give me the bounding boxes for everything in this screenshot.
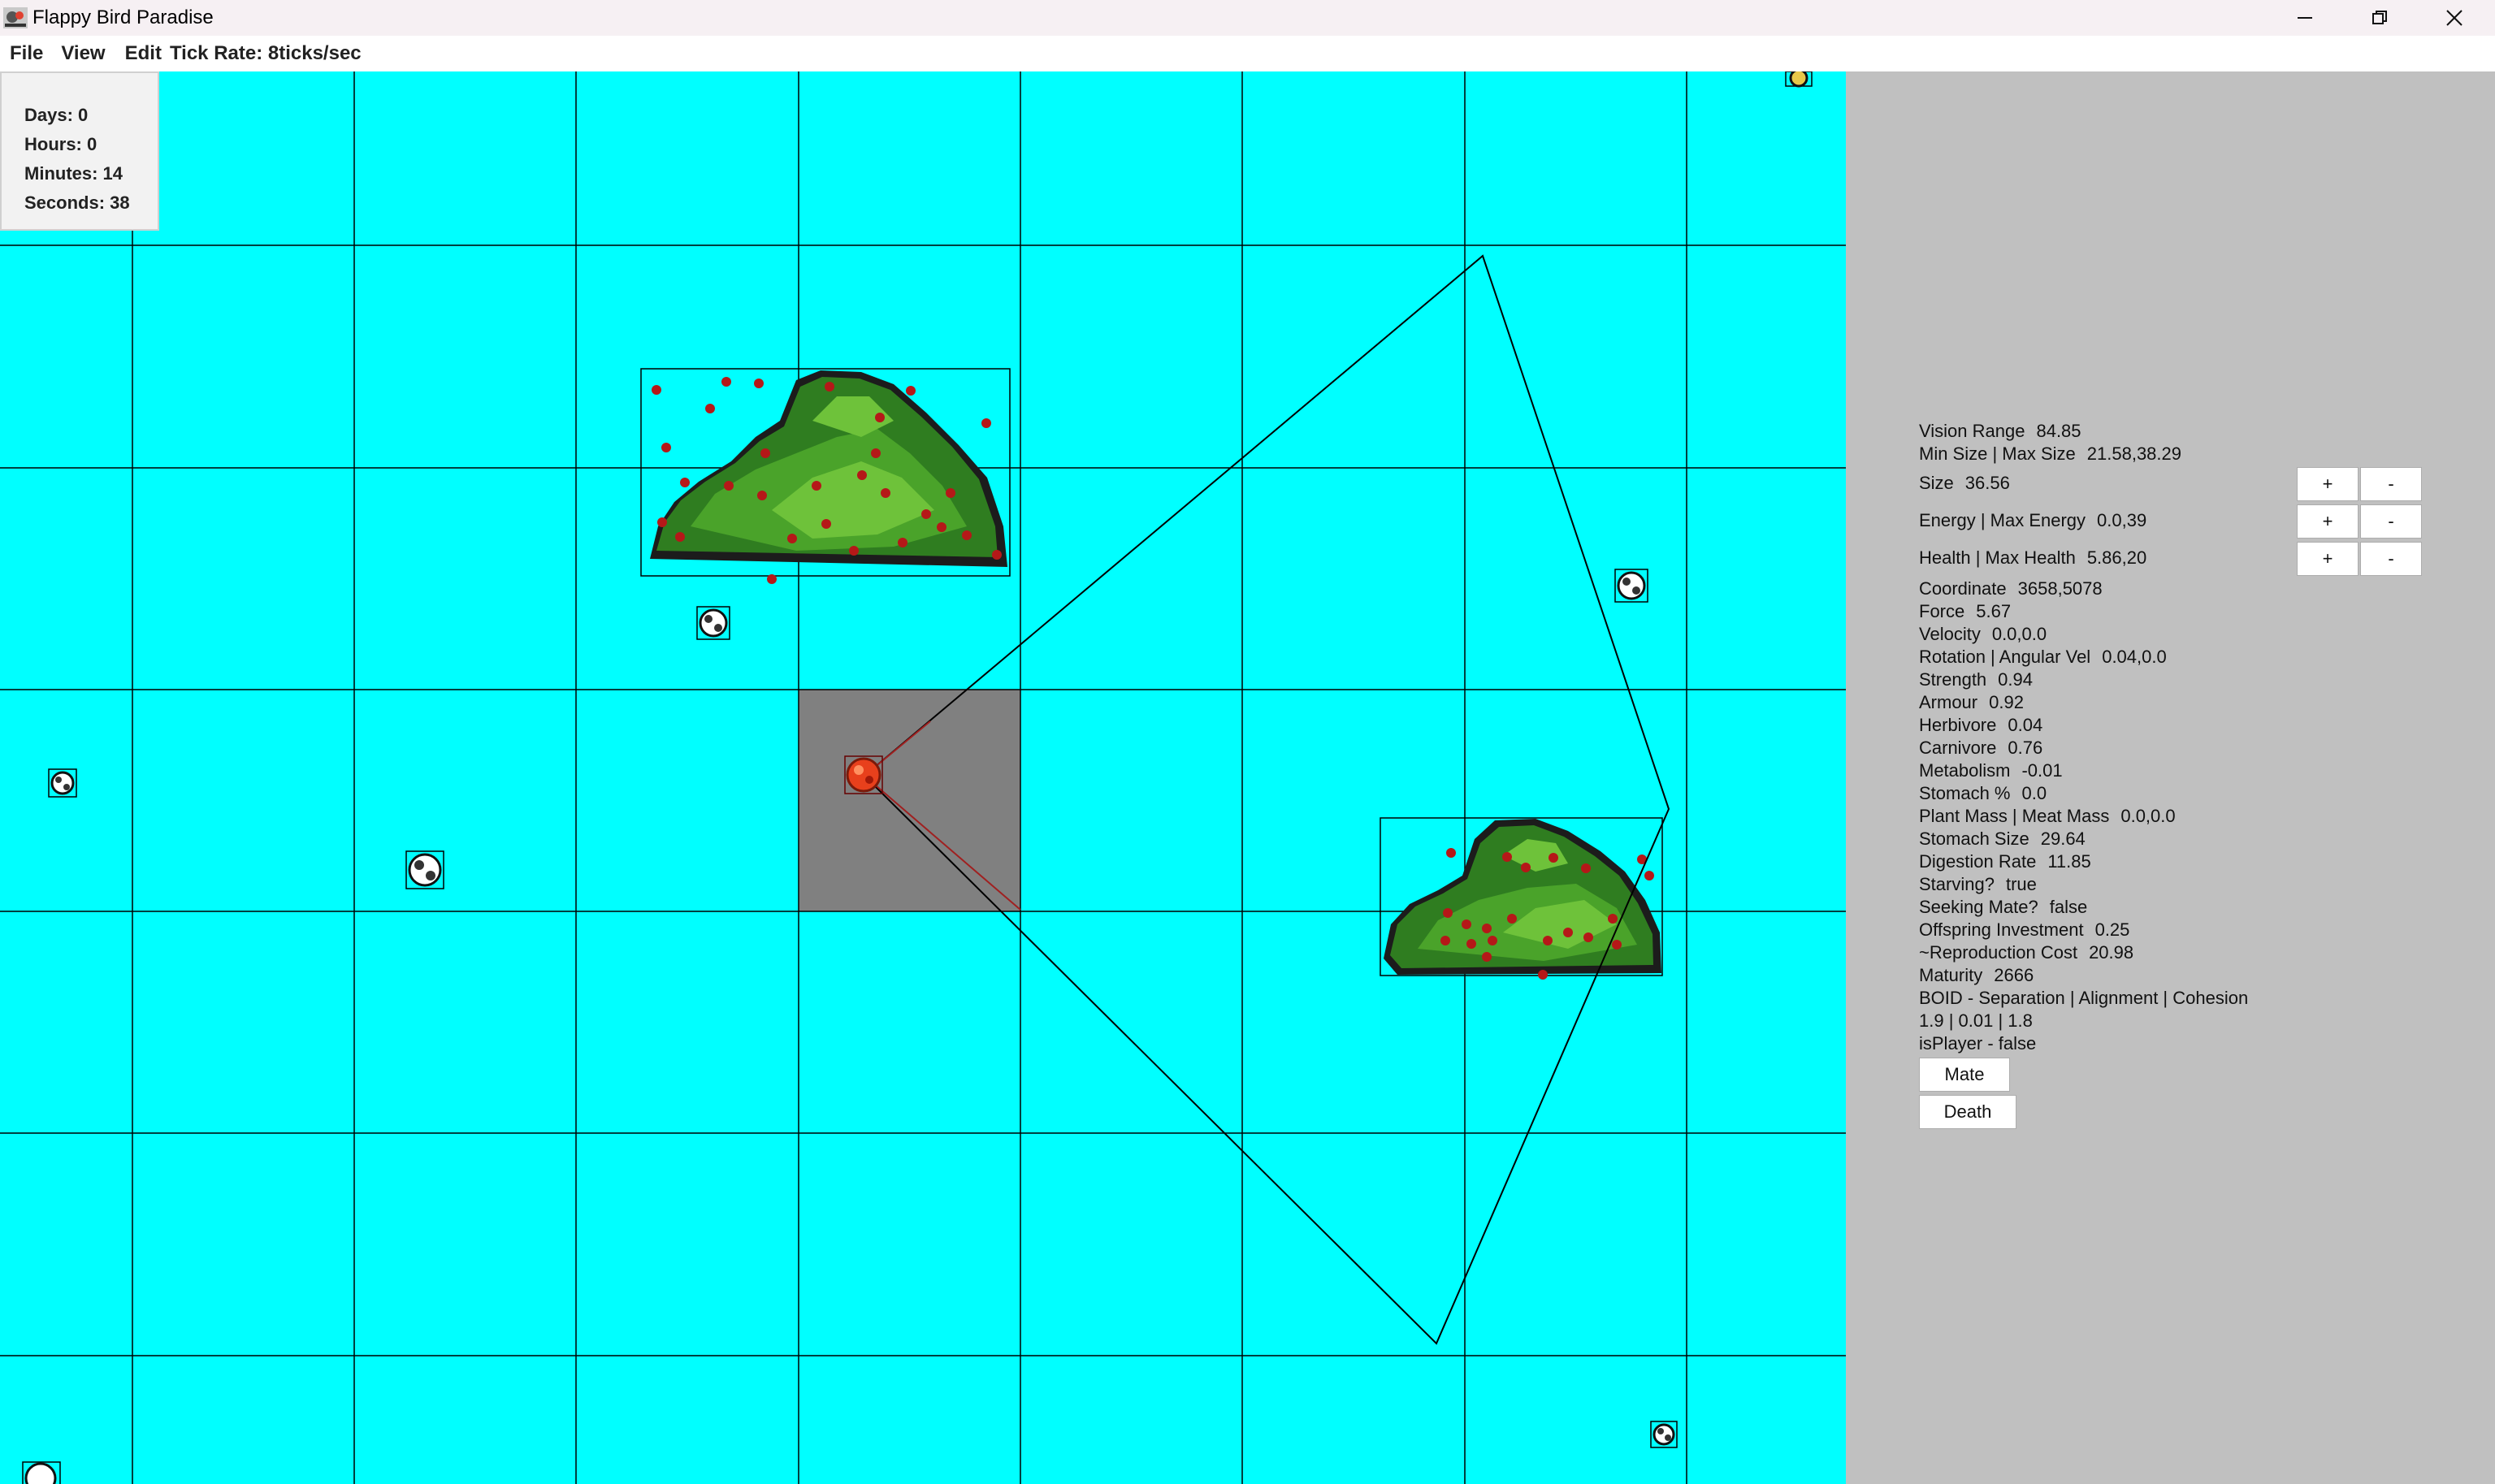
stat-boid-values: 1.9 | 0.01 | 1.8 [1919,1010,2033,1031]
restore-icon [2372,11,2387,24]
stat-boid-label: BOID - Separation | Alignment | Cohesion [1919,988,2249,1008]
window-title: Flappy Bird Paradise [32,6,214,28]
hours-label: Hours: 0 [24,134,97,154]
minimize-button[interactable] [2268,0,2342,36]
restore-button[interactable] [2342,0,2417,36]
death-button[interactable]: Death [1919,1095,2016,1129]
menu-bar: File View Edit Tick Rate: 8ticks/sec [0,36,2495,71]
energy-minus-button[interactable]: - [2360,504,2422,539]
tick-rate-menu[interactable]: Tick Rate: 8ticks/sec [167,42,365,65]
stat-offspring-investment: Offspring Investment 0.25 [1919,919,2130,940]
creature[interactable] [48,768,77,798]
title-bar: Flappy Bird Paradise [0,0,2495,36]
simulation-world[interactable] [0,71,1846,1484]
stat-is-player: isPlayer - false [1919,1033,2037,1054]
stat-size-range: Min Size | Max Size 21.58,38.29 [1919,443,2182,464]
creature[interactable] [696,606,730,640]
stat-herbivore: Herbivore 0.04 [1919,715,2043,735]
health-minus-button[interactable]: - [2360,542,2422,576]
stat-digestion-rate: Digestion Rate 11.85 [1919,851,2091,872]
stat-strength: Strength 0.94 [1919,669,2033,690]
close-button[interactable] [2417,0,2492,36]
menu-file[interactable]: File [5,42,48,65]
stat-rotation: Rotation | Angular Vel 0.04,0.0 [1919,647,2167,667]
menu-edit[interactable]: Edit [120,42,167,65]
creature[interactable] [22,1461,61,1484]
stat-size: Size 36.56 [1919,473,2010,493]
stat-coordinate: Coordinate 3658,5078 [1919,578,2103,599]
size-plus-button[interactable]: + [2297,467,2359,501]
creature[interactable] [1614,569,1648,603]
time-panel: Days: 0 Hours: 0 Minutes: 14 Seconds: 38 [0,71,159,231]
creature-stats-panel: Vision Range 84.85 Min Size | Max Size 21.… [1846,71,2495,1484]
minutes-label: Minutes: 14 [24,163,123,184]
creature[interactable] [405,850,444,889]
stat-seeking-mate: Seeking Mate? false [1919,897,2088,917]
close-icon [2446,10,2463,26]
days-label: Days: 0 [24,105,89,125]
stat-vision-range: Vision Range 84.85 [1919,421,2081,441]
world-canvas[interactable] [0,71,1846,1484]
stat-stomach-size: Stomach Size 29.64 [1919,829,2086,849]
health-plus-button[interactable]: + [2297,542,2359,576]
stat-reproduction-cost: ~Reproduction Cost 20.98 [1919,942,2134,963]
stat-metabolism: Metabolism -0.01 [1919,760,2063,781]
bird-app-icon [3,7,28,28]
stat-maturity: Maturity 2666 [1919,965,2034,985]
berry-bush[interactable] [1380,817,1663,980]
mate-button[interactable]: Mate [1919,1058,2010,1092]
stat-velocity: Velocity 0.0,0.0 [1919,624,2047,644]
menu-view[interactable]: View [56,42,110,65]
stat-energy: Energy | Max Energy 0.0,39 [1919,510,2147,530]
berry-bush[interactable] [640,368,1011,584]
stat-armour: Armour 0.92 [1919,692,2024,712]
energy-plus-button[interactable]: + [2297,504,2359,539]
size-minus-button[interactable]: - [2360,467,2422,501]
selected-grid-cell [799,690,1020,911]
seconds-label: Seconds: 38 [24,193,130,213]
creature[interactable] [1785,71,1813,88]
creature[interactable] [1650,1421,1678,1448]
stat-mass: Plant Mass | Meat Mass 0.0,0.0 [1919,806,2176,826]
stat-force: Force 5.67 [1919,601,2012,621]
stat-stomach-pct: Stomach % 0.0 [1919,783,2047,803]
stat-starving: Starving? true [1919,874,2037,894]
stat-carnivore: Carnivore 0.76 [1919,738,2043,758]
stat-health: Health | Max Health 5.86,20 [1919,547,2147,568]
minimize-icon [2298,17,2312,19]
